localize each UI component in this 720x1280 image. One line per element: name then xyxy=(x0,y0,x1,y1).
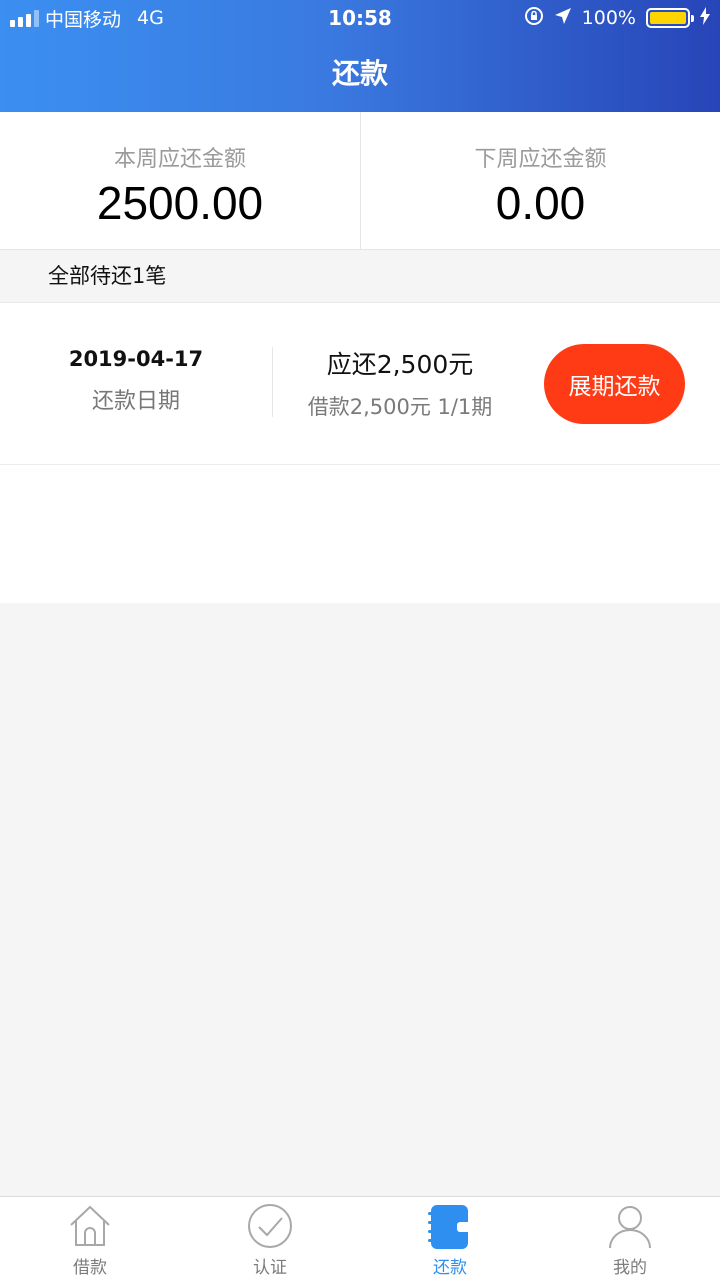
battery-percent: 100% xyxy=(581,7,636,29)
loan-detail: 借款2,500元 1/1期 xyxy=(307,395,493,419)
pending-count: 全部待还1笔 xyxy=(0,250,720,303)
status-right: 100% xyxy=(524,5,710,31)
next-week-amount: 0.00 xyxy=(495,177,586,229)
tab-label: 我的 xyxy=(613,1258,647,1278)
repayment-date: 2019-04-17 xyxy=(68,347,204,371)
page-title: 还款 xyxy=(331,57,388,90)
tab-label: 还款 xyxy=(433,1258,467,1278)
this-week-amount: 2500.00 xyxy=(96,177,264,229)
tab-label: 认证 xyxy=(253,1258,287,1278)
repayment-summary: 本周应还金额 2500.00 下周应还金额 0.00 xyxy=(0,112,720,250)
tab-mine[interactable]: 我的 xyxy=(540,1197,720,1280)
tab-verify[interactable]: 认证 xyxy=(180,1197,360,1280)
this-week-label: 本周应还金额 xyxy=(113,147,246,172)
app-header: 中国移动 4G 10:58 100% 还款 xyxy=(0,0,720,112)
status-bar: 中国移动 4G 10:58 100% xyxy=(0,0,720,36)
this-week-summary: 本周应还金额 2500.00 xyxy=(0,112,360,249)
tab-bar: 借款 认证 还款 我的 xyxy=(0,1196,720,1280)
location-arrow-icon xyxy=(554,7,572,30)
next-week-summary: 下周应还金额 0.00 xyxy=(360,112,720,249)
tab-borrow[interactable]: 借款 xyxy=(0,1197,180,1280)
tab-repay[interactable]: 还款 xyxy=(360,1197,540,1280)
user-icon xyxy=(609,1206,651,1249)
list-item: 2019-04-17 还款日期 应还2,500元 借款2,500元 1/1期 展… xyxy=(0,303,720,465)
repayment-date-label: 还款日期 xyxy=(91,389,180,414)
orientation-lock-icon xyxy=(524,6,544,31)
charging-icon xyxy=(700,6,710,30)
check-circle-icon xyxy=(248,1204,292,1248)
extend-repayment-button[interactable]: 展期还款 xyxy=(544,344,685,424)
amount-due: 应还2,500元 xyxy=(326,350,474,379)
loan-list: 2019-04-17 还款日期 应还2,500元 借款2,500元 1/1期 展… xyxy=(0,303,720,603)
next-week-label: 下周应还金额 xyxy=(474,147,607,172)
home-icon xyxy=(70,1205,110,1246)
wallet-icon xyxy=(428,1205,471,1249)
tab-label: 借款 xyxy=(73,1258,107,1278)
battery-icon xyxy=(646,8,694,28)
